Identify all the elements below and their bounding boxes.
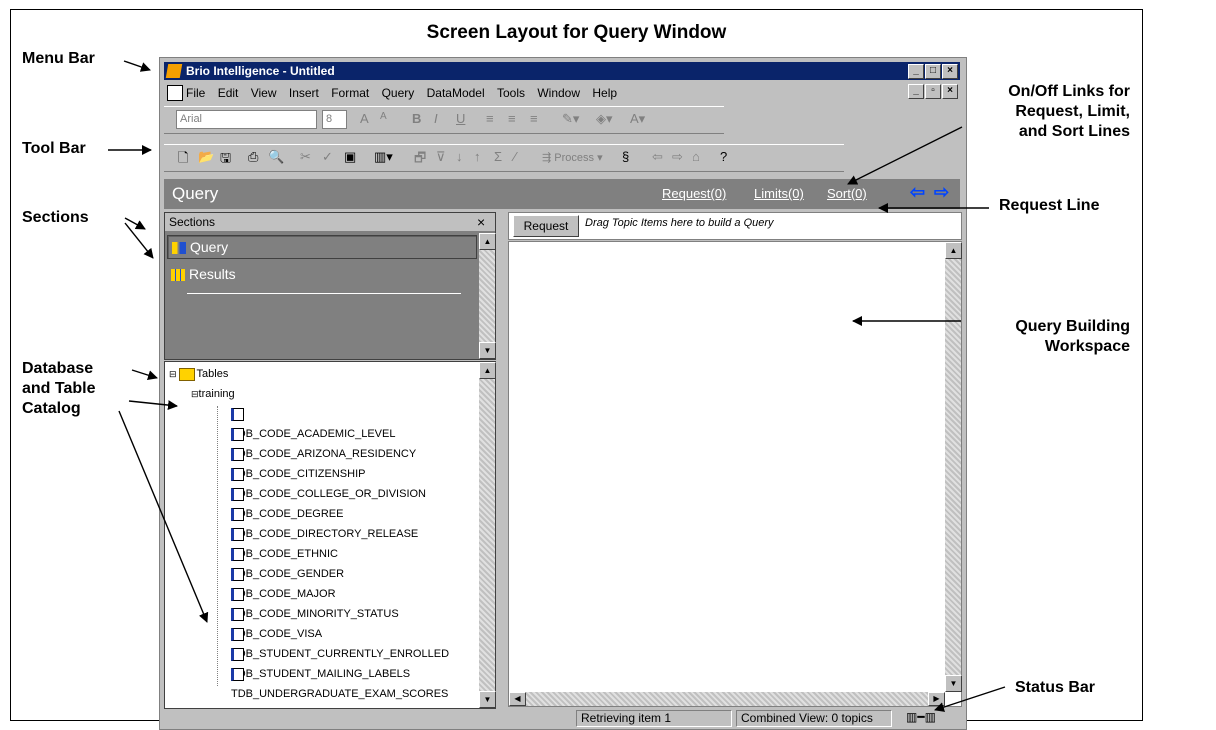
arrow-sections-2	[124, 222, 154, 259]
diagram-frame: Screen Layout for Query Window Menu Bar …	[10, 9, 1143, 730]
arrow-status-bar	[934, 686, 1006, 712]
arrow-catalog-table	[128, 400, 178, 411]
arrow-database	[131, 369, 158, 381]
callout-arrows	[108, 60, 1006, 712]
arrow-catalog-list	[118, 410, 209, 623]
arrow-menu-bar	[123, 60, 151, 72]
arrow-onoff-links	[847, 126, 963, 185]
